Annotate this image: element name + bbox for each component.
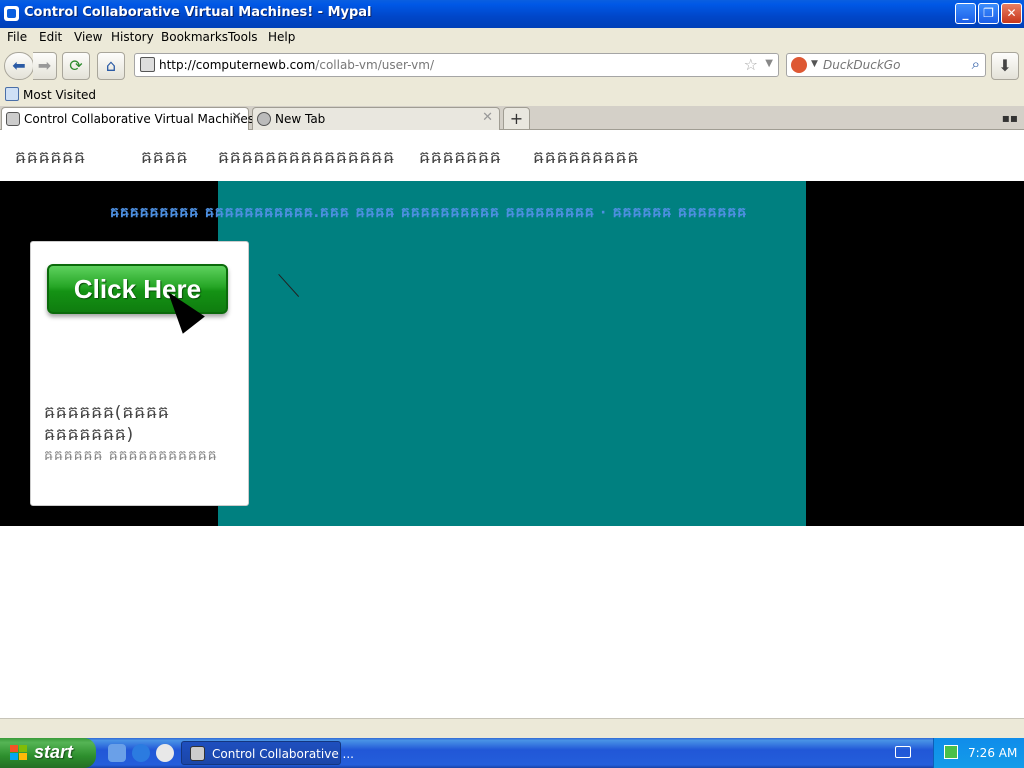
site-nav-item[interactable]: ឝឝឝឝឝឝឝឝឝ [533, 147, 639, 172]
list-all-tabs-icon[interactable]: ▪▪ [1002, 111, 1018, 125]
window-title: Control Collaborative Virtual Machines! … [24, 5, 372, 20]
url-text[interactable]: http://computernewb.com/collab-vm/user-v… [159, 58, 434, 72]
network-icon[interactable] [944, 745, 958, 759]
bookmark-star-icon[interactable]: ☆ [744, 55, 758, 74]
search-input[interactable] [821, 57, 961, 73]
bookmark-most-visited[interactable]: Most Visited [23, 88, 96, 102]
mypal-task-icon [190, 746, 205, 761]
status-bar [0, 718, 1024, 738]
most-visited-folder-icon [5, 87, 19, 101]
menu-history[interactable]: History [111, 30, 154, 44]
site-nav-item[interactable]: ឝឝឝឝឝឝឝឝឝឝឝឝឝឝឝ [218, 147, 395, 172]
system-tray: 7:26 AM [933, 738, 1024, 768]
maximize-button[interactable]: ❐ [978, 3, 999, 24]
vm-thumbnail-card[interactable]: Click Here ឝឝឝឝឝឝ(ឝឝឝឝ ឝឝឝឝឝឝឝ) ឝឝឝឝឝឝ ឝ… [30, 241, 249, 506]
tab-new-tab[interactable]: New Tab ✕ [252, 107, 500, 130]
taskbar: start Control Collaborative ... 7:26 AM [0, 738, 1024, 768]
marquee-banner: ឝឝឝឝឝឝឝឝឝ ឝឝឝឝឝឝឝឝឝឝឝ.ឝឝឝ ឝឝឝឝ ឝឝឝឝឝឝឝឝឝ… [110, 205, 748, 221]
window-titlebar: Control Collaborative Virtual Machines! … [0, 0, 1024, 28]
quicklaunch-media-player-icon[interactable] [156, 744, 174, 762]
forward-arrow-icon: ➡ [37, 56, 52, 75]
home-icon: ⌂ [105, 56, 117, 75]
search-bar[interactable]: ▼ ⌕ [786, 53, 986, 77]
search-icon[interactable]: ⌕ [972, 55, 980, 73]
vm-viewer-area: ឝឝឝឝឝឝឝឝឝ ឝឝឝឝឝឝឝឝឝឝឝ.ឝឝឝ ឝឝឝឝ ឝឝឝឝឝឝឝឝឝ… [0, 181, 1024, 526]
engine-dropdown-icon[interactable]: ▼ [811, 59, 818, 69]
downloads-button[interactable]: ⬇ [991, 52, 1019, 80]
quicklaunch-desktop-icon[interactable] [108, 744, 126, 762]
click-here-button[interactable]: Click Here [47, 264, 228, 314]
close-button[interactable]: ✕ [1001, 3, 1022, 24]
duckduckgo-engine-icon[interactable] [791, 57, 807, 73]
vm-card-title: ឝឝឝឝឝឝ(ឝឝឝឝ ឝឝឝឝឝឝឝ) [44, 403, 170, 445]
new-tab-button[interactable]: + [503, 107, 530, 130]
start-button[interactable]: start [0, 738, 96, 768]
reload-button[interactable]: ⟳ [62, 52, 90, 80]
taskbar-window-button[interactable]: Control Collaborative ... [181, 741, 354, 765]
keyboard-icon[interactable] [895, 746, 911, 758]
site-nav-item[interactable]: ឝឝឝឝឝឝ [15, 147, 86, 172]
plus-icon: + [509, 109, 524, 128]
menu-tools[interactable]: Tools [228, 30, 258, 44]
menu-edit[interactable]: Edit [39, 30, 62, 44]
tab-close-icon[interactable]: ✕ [482, 110, 493, 125]
bookmarks-toolbar: Most Visited [0, 84, 1024, 106]
navigation-toolbar: ⬅ ➡ ⟳ ⌂ http://computernewb.com/collab-v… [0, 48, 1024, 84]
back-arrow-icon: ⬅ [12, 56, 26, 75]
menu-file[interactable]: File [7, 30, 27, 44]
download-arrow-icon: ⬇ [998, 56, 1012, 75]
url-history-dropdown-icon[interactable]: ▼ [765, 58, 773, 69]
tab-label: New Tab [275, 112, 326, 126]
collab-vm-favicon [6, 112, 20, 126]
tab-collab-vm[interactable]: Control Collaborative Virtual Machines! … [1, 107, 259, 131]
url-bar[interactable]: http://computernewb.com/collab-vm/user-v… [134, 53, 779, 77]
menu-bar: File Edit View History Bookmarks Tools H… [0, 28, 1024, 48]
windows-flag-icon [10, 745, 28, 761]
home-button[interactable]: ⌂ [97, 52, 125, 80]
menu-help[interactable]: Help [268, 30, 295, 44]
quicklaunch-ie-icon[interactable] [132, 744, 150, 762]
site-nav-item[interactable]: ឝឝឝឝ [141, 147, 188, 172]
tab-label: Control Collaborative Virtual Machines! [24, 112, 259, 126]
clock[interactable]: 7:26 AM [968, 746, 1017, 760]
globe-icon [257, 112, 271, 126]
tab-close-icon[interactable]: ✕ [231, 110, 242, 125]
site-nav-item[interactable]: ឝឝឝឝឝឝឝ [419, 147, 502, 172]
tab-strip: Control Collaborative Virtual Machines! … [0, 106, 1024, 131]
vm-card-subtitle: ឝឝឝឝឝឝ ឝឝឝឝឝឝឝឝឝឝឝ [44, 448, 218, 464]
menu-view[interactable]: View [74, 30, 102, 44]
back-button[interactable]: ⬅ [4, 52, 34, 80]
mypal-app-icon [4, 6, 19, 21]
forward-button[interactable]: ➡ [33, 52, 57, 80]
site-navigation: ឝឝឝឝឝឝ ឝឝឝឝ ឝឝឝឝឝឝឝឝឝឝឝឝឝឝឝ ឝឝឝឝឝឝឝ ឝឝឝឝ… [0, 130, 1024, 181]
reload-icon: ⟳ [69, 56, 83, 75]
page-content: ឝឝឝឝឝឝ ឝឝឝឝ ឝឝឝឝឝឝឝឝឝឝឝឝឝឝឝ ឝឝឝឝឝឝឝ ឝឝឝឝ… [0, 130, 1024, 718]
site-identity-icon[interactable] [140, 57, 155, 72]
menu-bookmarks[interactable]: Bookmarks [161, 30, 228, 44]
minimize-button[interactable]: _ [955, 3, 976, 24]
vm-screen[interactable] [218, 181, 806, 526]
